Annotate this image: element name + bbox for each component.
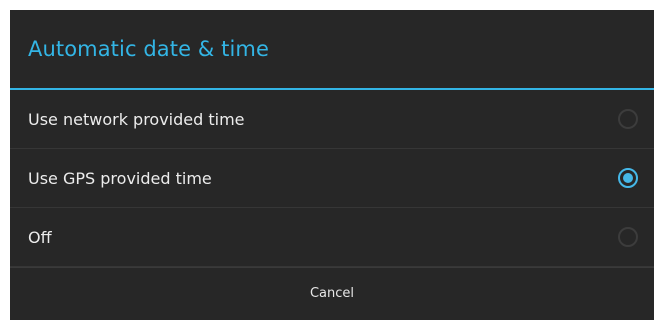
radio-unchecked-icon[interactable] xyxy=(618,109,638,129)
option-label: Off xyxy=(28,227,52,247)
dialog-title: Automatic date & time xyxy=(28,37,269,61)
dialog-title-bar: Automatic date & time xyxy=(10,10,654,90)
radio-unchecked-icon[interactable] xyxy=(618,227,638,247)
cancel-button[interactable]: Cancel xyxy=(10,267,654,319)
radio-checked-icon[interactable] xyxy=(618,168,638,188)
automatic-date-time-dialog: Automatic date & time Use network provid… xyxy=(10,10,654,320)
option-off[interactable]: Off xyxy=(10,208,654,267)
option-gps-time[interactable]: Use GPS provided time xyxy=(10,149,654,208)
radio-dot xyxy=(623,173,633,183)
option-network-time[interactable]: Use network provided time xyxy=(10,90,654,149)
option-label: Use network provided time xyxy=(28,109,245,129)
cancel-label: Cancel xyxy=(309,286,355,301)
option-label: Use GPS provided time xyxy=(28,168,212,188)
